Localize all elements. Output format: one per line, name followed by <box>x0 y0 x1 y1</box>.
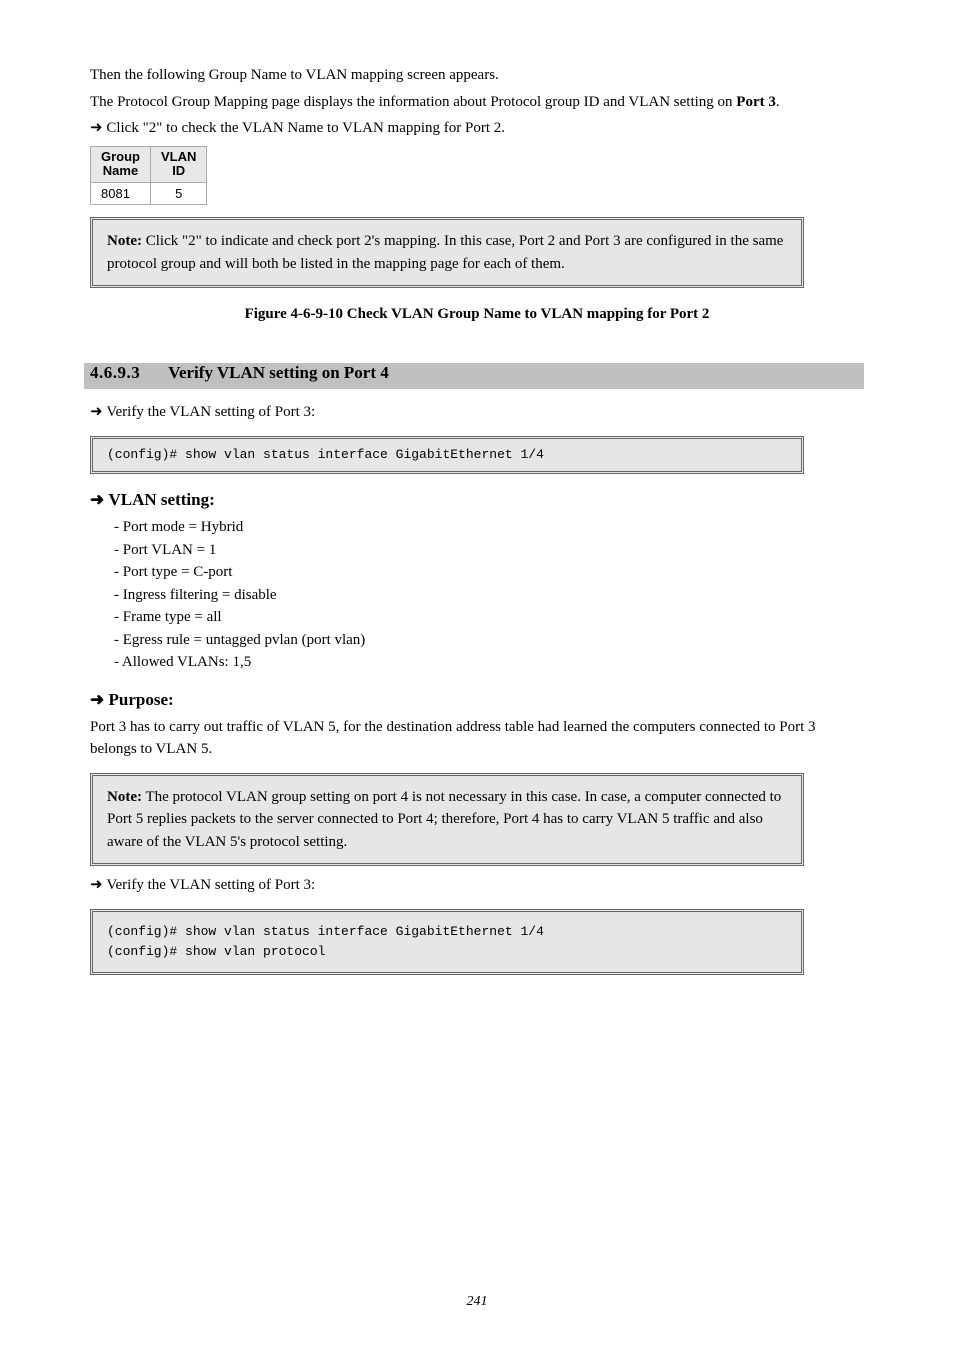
table-header-vlan: VLAN ID <box>151 146 207 183</box>
vlan-item: Ingress filtering = disable <box>114 584 864 607</box>
note1-text: Click "2" to indicate and check port 2's… <box>107 233 783 272</box>
intro-line2-bold: Port 3 <box>736 94 776 110</box>
verify-heading-1: Verify the VLAN setting of Port 3: <box>90 401 864 424</box>
verify-heading-2: Verify the VLAN setting of Port 3: <box>90 874 864 897</box>
intro-line2-prefix: The Protocol Group Mapping page displays… <box>90 94 736 110</box>
table-header-group: Group Name <box>91 146 151 183</box>
section-heading-bar: 4.6.9.3 Verify VLAN setting on Port 4 <box>84 363 864 389</box>
vlan-item: Port VLAN = 1 <box>114 539 864 562</box>
vlan-item: Frame type = all <box>114 606 864 629</box>
vlan-setting-heading: VLAN setting: <box>90 490 864 510</box>
cell-vlan: 5 <box>151 183 207 205</box>
vlan-item: Port mode = Hybrid <box>114 516 864 539</box>
cli2-line2: (config)# show vlan protocol <box>107 944 325 959</box>
vlan-settings-list: Port mode = Hybrid Port VLAN = 1 Port ty… <box>90 516 864 674</box>
cli2-line1: (config)# show vlan status interface Gig… <box>107 924 544 939</box>
vlan-item: Egress rule = untagged pvlan (port vlan) <box>114 629 864 652</box>
figure-caption: Figure 4-6-9-10 Check VLAN Group Name to… <box>90 306 864 323</box>
note2-label: Note: <box>107 789 142 805</box>
th-vlan-1: VLAN <box>161 149 196 164</box>
note1-label: Note: <box>107 233 142 249</box>
purpose-heading: Purpose: <box>90 690 864 710</box>
cli-box-2: (config)# show vlan status interface Gig… <box>90 909 804 975</box>
cli-box-1: (config)# show vlan status interface Gig… <box>90 436 804 474</box>
intro-arrow: Click "2" to check the VLAN Name to VLAN… <box>90 117 864 140</box>
cell-group: 8081 <box>91 183 151 205</box>
note2-text: The protocol VLAN group setting on port … <box>107 789 781 850</box>
intro-line1: Then the following Group Name to VLAN ma… <box>90 64 864 87</box>
table-row: 8081 5 <box>91 183 207 205</box>
intro-line2: The Protocol Group Mapping page displays… <box>90 91 864 114</box>
page-number: 241 <box>0 1294 954 1310</box>
th-group-2: Name <box>103 163 138 178</box>
section-title: Verify VLAN setting on Port 4 <box>144 363 389 382</box>
purpose-text: Port 3 has to carry out traffic of VLAN … <box>90 716 864 761</box>
group-table: Group Name VLAN ID 8081 5 <box>90 146 207 206</box>
th-vlan-2: ID <box>172 163 185 178</box>
vlan-item: Port type = C-port <box>114 561 864 584</box>
note-box-2: Note: The protocol VLAN group setting on… <box>90 773 804 867</box>
section-number: 4.6.9.3 <box>90 363 140 382</box>
note-box-1: Note: Click "2" to indicate and check po… <box>90 217 804 288</box>
th-group-1: Group <box>101 149 140 164</box>
vlan-item: Allowed VLANs: 1,5 <box>114 651 864 674</box>
